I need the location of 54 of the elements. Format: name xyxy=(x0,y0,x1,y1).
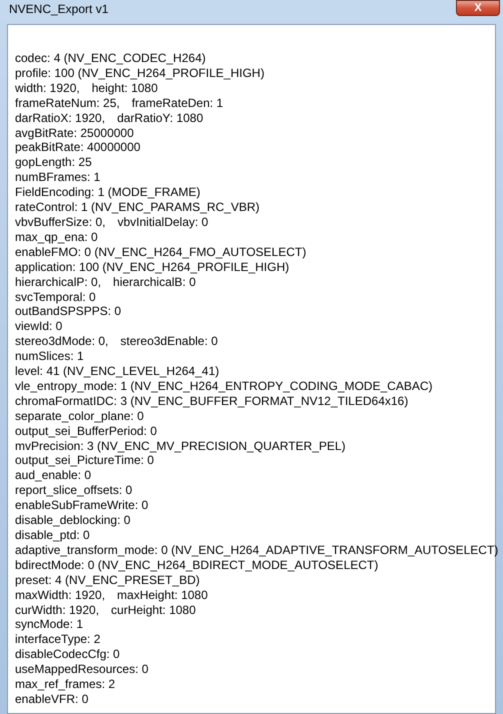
parameter-text: outBandSPSPPS: 0 xyxy=(15,304,122,320)
parameter-text: disableCodecCfg: 0 xyxy=(15,647,120,662)
parameter-text: vle_entropy_mode: 1 (NV_ENC_H264_ENTROPY_CODING_MODE_CABAC) xyxy=(15,378,432,394)
parameter-text: rateControl: 1 (NV_ENC_PARAMS_RC_VBR) xyxy=(15,200,260,215)
parameter-text: max_ref_frames: 2 xyxy=(15,677,116,692)
parameter-text: output_sei_BufferPeriod: 0 xyxy=(15,424,157,439)
close-button[interactable]: X xyxy=(456,0,500,16)
parameter-text: height: 1080 xyxy=(92,80,158,96)
parameter-text: curWidth: 1920, xyxy=(15,602,100,618)
parameter-text: stereo3dMode: 0, xyxy=(15,334,108,350)
parameter-text: maxHeight: 1080 xyxy=(117,588,208,603)
parameter-text: preset: 4 (NV_ENC_PRESET_BD) xyxy=(15,572,200,588)
parameter-text: curHeight: 1080 xyxy=(111,602,196,618)
parameter-text: application: 100 (NV_ENC_H264_PROFILE_HIGH) xyxy=(15,260,290,275)
parameter-text: frameRateNum: 25, xyxy=(15,96,120,111)
parameter-text: numBFrames: 1 xyxy=(15,170,100,186)
parameter-text: max_qp_ena: 0 xyxy=(15,230,98,245)
parameter-text: separate_color_plane: 0 xyxy=(15,408,144,424)
parameter-text: adaptive_transform_mode: 0 (NV_ENC_H264_ADAPTIVE_TRANSFORM_AUTOSELECT) xyxy=(15,542,498,558)
parameter-text: chromaFormatIDC: 3 (NV_ENC_BUFFER_FORMAT_NV12_TILED64x16) xyxy=(15,394,408,409)
parameter-text: numSlices: 1 xyxy=(15,349,84,364)
parameter-text: profile: 100 (NV_ENC_H264_PROFILE_HIGH) xyxy=(15,66,264,81)
parameter-text: useMappedResources: 0 xyxy=(15,662,148,678)
parameter-text: hierarchicalP: 0, xyxy=(15,274,102,290)
parameter-text: aud_enable: 0 xyxy=(15,468,92,484)
parameter-text: width: 1920, xyxy=(15,80,80,96)
parameter-text: interfaceType: 2 xyxy=(15,632,100,648)
parameter-text: codec: 4 (NV_ENC_CODEC_H264) xyxy=(15,51,206,66)
parameter-text: syncMode: 1 xyxy=(15,617,84,632)
parameter-text: vbvInitialDelay: 0 xyxy=(118,214,208,230)
parameter-text: frameRateDen: 1 xyxy=(132,96,224,111)
parameter-text: FieldEncoding: 1 (MODE_FRAME) xyxy=(15,185,200,200)
parameter-text: bdirectMode: 0 (NV_ENC_H264_BDIRECT_MODE_AUTOSELECT) xyxy=(15,558,378,573)
parameter-text: report_slice_offsets: 0 xyxy=(15,483,132,498)
parameter-text: avgBitRate: 25000000 xyxy=(15,126,134,140)
parameter-text: gopLength: 25 xyxy=(15,155,92,170)
parameter-text: enableSubFrameWrite: 0 xyxy=(15,498,148,514)
parameter-text: output_sei_PictureTime: 0 xyxy=(15,453,154,468)
parameter-text: enableVFR: 0 xyxy=(15,692,88,707)
parameter-text: viewId: 0 xyxy=(15,319,62,334)
parameter-text: level: 41 (NV_ENC_LEVEL_H264_41) xyxy=(15,364,220,379)
parameter-text: svcTemporal: 0 xyxy=(15,290,96,304)
parameter-text: hierarchicalB: 0 xyxy=(113,274,196,290)
parameter-text: vbvBufferSize: 0, xyxy=(15,214,106,230)
parameter-text: disable_ptd: 0 xyxy=(15,528,90,543)
parameter-text: peakBitRate: 40000000 xyxy=(15,140,140,156)
parameter-text: darRatioX: 1920, xyxy=(15,110,106,126)
parameter-text: maxWidth: 1920, xyxy=(15,588,106,603)
parameter-text: enableFMO: 0 (NV_ENC_H264_FMO_AUTOSELECT) xyxy=(15,244,306,260)
parameter-text: stereo3dEnable: 0 xyxy=(120,334,218,350)
parameter-text: disable_deblocking: 0 xyxy=(15,513,130,528)
parameter-text: mvPrecision: 3 (NV_ENC_MV_PRECISION_QUARTER_PEL) xyxy=(15,438,346,454)
window-title: NVENC_Export v1 xyxy=(8,1,108,18)
parameter-text: darRatioY: 1080 xyxy=(117,110,204,126)
